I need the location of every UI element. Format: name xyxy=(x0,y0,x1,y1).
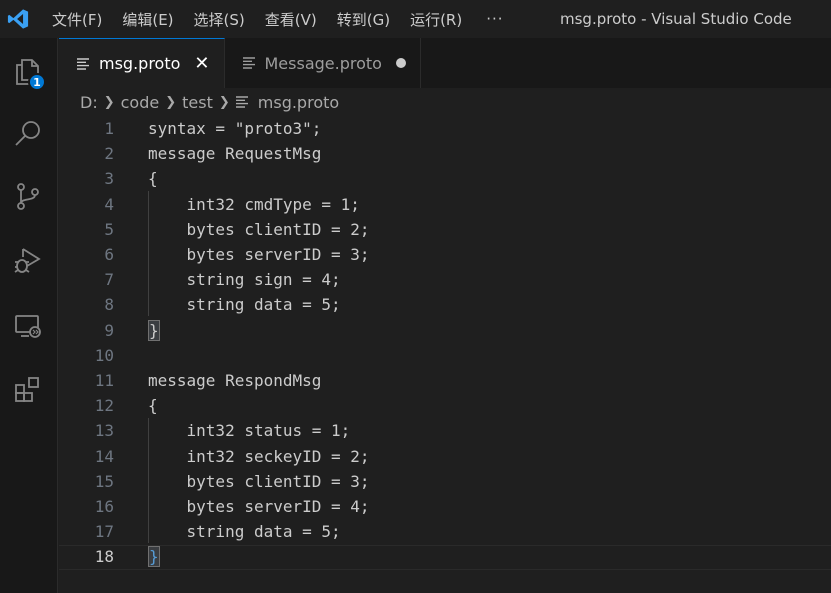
file-lines-icon xyxy=(77,57,91,70)
code-line[interactable]: 17 string data = 5; xyxy=(59,519,831,544)
explorer-badge: 1 xyxy=(28,73,46,91)
code-line[interactable]: 9} xyxy=(59,318,831,343)
code-text: message RespondMsg xyxy=(148,371,322,390)
line-number: 16 xyxy=(94,497,114,516)
code-line[interactable]: 7 string sign = 4; xyxy=(59,267,831,292)
line-number: 14 xyxy=(94,446,114,466)
tab-msg-proto[interactable]: msg.proto ✕ xyxy=(59,38,225,88)
tab-message-proto[interactable]: Message.proto xyxy=(224,38,421,88)
code-text: bytes clientID = 3; xyxy=(148,471,370,491)
menu-bar: 文件(F) 编辑(E) 选择(S) 查看(V) 转到(G) 运行(R) ··· xyxy=(36,0,518,38)
line-number: 4 xyxy=(104,194,114,214)
line-number: 17 xyxy=(94,522,114,542)
line-number: 3 xyxy=(104,169,114,189)
unsaved-dot-icon[interactable] xyxy=(395,58,406,68)
code-text: string data = 5; xyxy=(148,522,341,542)
code-line[interactable]: 1 syntax = "proto3"; xyxy=(59,116,831,141)
code-line[interactable]: 13 int32 status = 1; xyxy=(59,418,831,443)
code-line[interactable]: 15 bytes clientID = 3; xyxy=(59,469,831,494)
line-number: 9 xyxy=(104,320,114,340)
code-text: string sign = 4; xyxy=(148,270,341,290)
breadcrumb-file[interactable]: msg.proto xyxy=(235,92,340,112)
code-text: { xyxy=(148,169,158,189)
line-number: 2 xyxy=(104,144,114,164)
search-icon[interactable] xyxy=(8,114,48,154)
menu-edit[interactable]: 编辑(E) xyxy=(112,0,183,38)
line-number: 8 xyxy=(104,295,114,315)
breadcrumb: D: ❯ code ❯ test ❯ msg.proto xyxy=(59,88,831,116)
code-line[interactable]: 18} xyxy=(59,544,831,569)
code-text: int32 cmdType = 1; xyxy=(148,194,360,214)
window-title: msg.proto - Visual Studio Code xyxy=(560,10,792,28)
code-line[interactable]: 8 string data = 5; xyxy=(59,292,831,317)
extensions-icon[interactable] xyxy=(8,370,48,410)
code-text: int32 status = 1; xyxy=(148,421,351,441)
tab-label: Message.proto xyxy=(264,53,382,73)
code-text: } xyxy=(148,318,160,343)
remote-explorer-icon[interactable] xyxy=(8,306,48,346)
line-number: 13 xyxy=(94,421,114,441)
code-text: } xyxy=(148,544,160,569)
line-number: 7 xyxy=(104,270,114,290)
matching-brace: } xyxy=(148,546,160,568)
line-number: 18 xyxy=(94,547,114,567)
menu-more-icon[interactable]: ··· xyxy=(472,10,517,28)
tab-label: msg.proto xyxy=(99,54,181,73)
editor-tabs: msg.proto ✕ Message.proto xyxy=(59,38,831,88)
code-text: bytes serverID = 3; xyxy=(148,245,370,264)
vscode-logo-icon[interactable] xyxy=(0,0,36,38)
code-line[interactable]: 5 bytes clientID = 2; xyxy=(59,217,831,242)
run-debug-icon[interactable] xyxy=(8,240,48,280)
code-text: bytes serverID = 4; xyxy=(148,497,370,516)
file-lines-icon xyxy=(242,57,257,69)
code-editor[interactable]: 1 syntax = "proto3"; 2 message RequestMsg 3{… xyxy=(59,116,831,593)
close-icon[interactable]: ✕ xyxy=(194,53,209,74)
line-number: 1 xyxy=(104,119,114,138)
code-line[interactable]: 12 { xyxy=(59,393,831,418)
code-text: int32 seckeyID = 2; xyxy=(148,446,370,466)
chevron-right-icon: ❯ xyxy=(218,94,230,110)
line-number: 5 xyxy=(104,219,114,239)
breadcrumb-drive[interactable]: D: xyxy=(80,93,98,112)
chevron-right-icon: ❯ xyxy=(103,94,115,110)
code-text: { xyxy=(148,396,158,416)
code-line[interactable]: 16 bytes serverID = 4; xyxy=(59,494,831,519)
matching-brace: } xyxy=(148,319,160,341)
code-line[interactable]: 14 int32 seckeyID = 2; xyxy=(59,444,831,469)
code-text: syntax = "proto3"; xyxy=(148,119,322,138)
menu-go[interactable]: 转到(G) xyxy=(327,0,400,38)
breadcrumb-folder-test[interactable]: test xyxy=(182,93,213,112)
code-line[interactable]: 6 bytes serverID = 3; xyxy=(59,242,831,267)
file-lines-icon xyxy=(235,96,250,108)
chevron-right-icon: ❯ xyxy=(165,94,177,110)
source-control-icon[interactable] xyxy=(8,176,48,216)
menu-view[interactable]: 查看(V) xyxy=(255,0,327,38)
code-text: message RequestMsg xyxy=(148,144,322,164)
line-number: 12 xyxy=(94,396,114,416)
line-number: 15 xyxy=(94,471,114,491)
code-line[interactable]: 3{ xyxy=(59,166,831,191)
line-number: 11 xyxy=(94,371,114,390)
code-text: string data = 5; xyxy=(148,295,341,315)
code-text: bytes clientID = 2; xyxy=(148,219,370,239)
code-line[interactable]: 4 int32 cmdType = 1; xyxy=(59,192,831,217)
activity-bar: 1 xyxy=(0,38,58,593)
menu-selection[interactable]: 选择(S) xyxy=(184,0,255,38)
breadcrumb-folder-code[interactable]: code xyxy=(121,93,160,112)
title-bar: 文件(F) 编辑(E) 选择(S) 查看(V) 转到(G) 运行(R) ··· … xyxy=(0,0,831,38)
code-line[interactable]: 11 message RespondMsg xyxy=(59,368,831,393)
code-line[interactable]: 10 xyxy=(59,343,831,368)
line-number: 10 xyxy=(94,345,114,365)
breadcrumb-file-label: msg.proto xyxy=(257,92,340,112)
line-number: 6 xyxy=(104,245,114,264)
menu-file[interactable]: 文件(F) xyxy=(42,0,112,38)
menu-run[interactable]: 运行(R) xyxy=(400,0,472,38)
code-line[interactable]: 2 message RequestMsg xyxy=(59,141,831,166)
